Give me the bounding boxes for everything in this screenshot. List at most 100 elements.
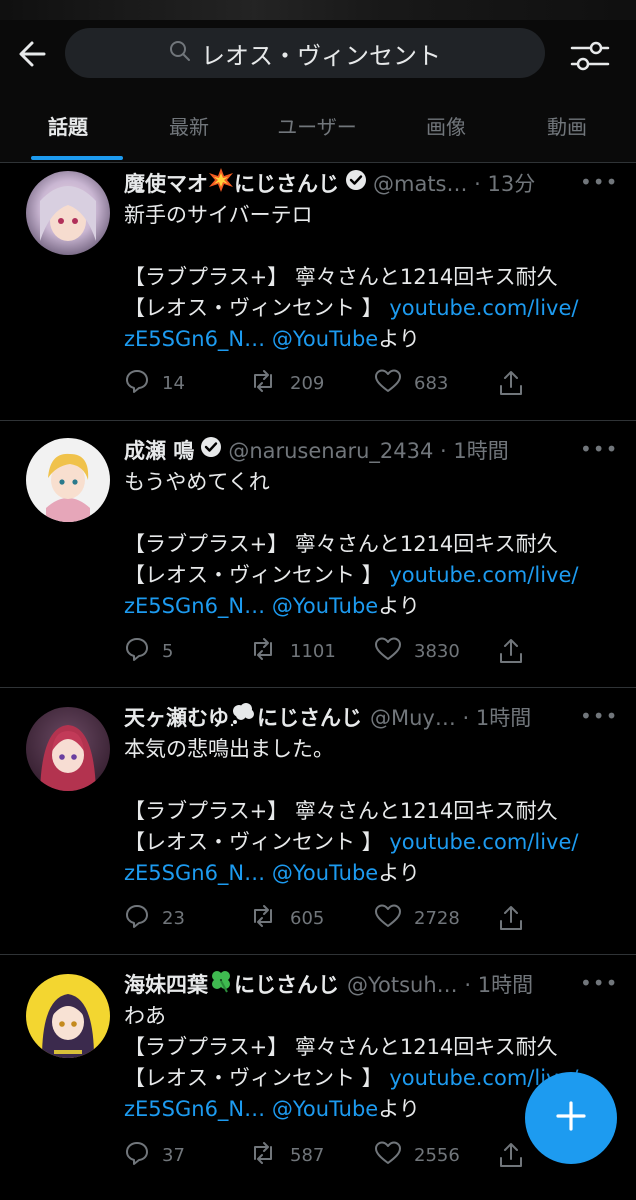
retweet-button[interactable]: 587 — [248, 1140, 324, 1170]
avatar[interactable] — [26, 438, 110, 522]
tab-users[interactable]: ユーザー — [258, 100, 376, 162]
back-arrow-icon[interactable] — [14, 36, 54, 72]
dot-separator: · — [433, 439, 454, 463]
timestamp[interactable]: 13分 — [488, 169, 536, 199]
dot-separator: · — [455, 706, 476, 730]
more-options-icon[interactable]: ••• — [580, 438, 617, 468]
like-button[interactable]: 683 — [374, 368, 448, 398]
search-icon — [169, 40, 191, 66]
tweet-header: 魔使マオ にじさんじ @mats… · 13分 — [124, 168, 614, 199]
compose-plus-icon — [554, 1099, 588, 1137]
tab-images[interactable]: 画像 — [387, 100, 505, 162]
timestamp[interactable]: 1時間 — [478, 970, 533, 1000]
tab-bar: 話題 最新 ユーザー 画像 動画 — [0, 100, 636, 163]
tweet[interactable]: 魔使マオ にじさんじ @mats… · 13分 ••• 新手のサイバーテロ 【ラ… — [0, 163, 636, 421]
tweet-body: もうやめてくれ 【ラブプラス+】 寧々さんと1214回キス耐久 【レオス・ヴィン… — [124, 467, 614, 622]
youtube-mention[interactable]: @YouTube — [272, 1097, 378, 1121]
tweet[interactable]: 成瀬 鳴 @narusenaru_2434 · 1時間 ••• もうやめてくれ … — [0, 420, 636, 688]
display-name-suffix[interactable]: にじさんじ — [257, 703, 362, 733]
reply-button[interactable]: 23 — [124, 903, 185, 933]
retweet-button[interactable]: 605 — [248, 903, 324, 933]
youtube-mention[interactable]: @YouTube — [272, 861, 378, 885]
tweet-text: 新手のサイバーテロ — [124, 203, 313, 227]
timestamp[interactable]: 1時間 — [476, 703, 531, 733]
link-continued[interactable]: zE5SGn6_N… — [124, 1097, 265, 1121]
quote-line-2: 【レオス・ヴィンセント 】 youtube.com/live/ — [124, 293, 614, 324]
link[interactable]: youtube.com/live/ — [389, 830, 578, 854]
handle[interactable]: @mats… — [373, 169, 468, 199]
more-options-icon[interactable]: ••• — [580, 171, 617, 201]
display-name-suffix[interactable]: にじさんじ — [234, 970, 339, 1000]
timestamp[interactable]: 1時間 — [453, 436, 508, 466]
avatar[interactable] — [26, 974, 110, 1058]
quote-text: 【レオス・ヴィンセント 】 — [124, 830, 383, 854]
dot-separator: · — [457, 973, 478, 997]
retweet-count: 209 — [290, 372, 325, 394]
display-name[interactable]: 成瀬 鳴 — [124, 436, 194, 466]
display-name-suffix[interactable]: にじさんじ — [234, 169, 339, 199]
heart-icon — [374, 368, 402, 399]
youtube-mention[interactable]: @YouTube — [272, 594, 378, 618]
tweet[interactable]: 海妹四葉 にじさんじ @Yotsuh… · 1時間 ••• わあ 【ラブプラス+… — [0, 954, 636, 1200]
reply-button[interactable]: 37 — [124, 1140, 185, 1170]
tab-latest[interactable]: 最新 — [130, 100, 248, 162]
reply-count: 5 — [162, 640, 174, 662]
tab-trending[interactable]: 話題 — [9, 100, 127, 162]
reply-count: 23 — [162, 907, 185, 929]
more-options-icon[interactable]: ••• — [580, 705, 617, 735]
top-bar: レオス・ヴィンセント — [0, 0, 636, 100]
avatar[interactable] — [26, 707, 110, 791]
tweet-body: 本気の悲鳴出ました。 【ラブプラス+】 寧々さんと1214回キス耐久 【レオス・… — [124, 734, 614, 889]
reply-count: 37 — [162, 1144, 185, 1166]
youtube-mention[interactable]: @YouTube — [272, 327, 378, 351]
heart-icon — [374, 636, 402, 667]
avatar[interactable] — [26, 171, 110, 255]
like-button[interactable]: 2728 — [374, 903, 460, 933]
share-icon[interactable] — [496, 636, 526, 666]
search-input[interactable]: レオス・ヴィンセント — [65, 28, 545, 78]
like-button[interactable]: 3830 — [374, 636, 460, 666]
retweet-count: 1101 — [290, 640, 336, 662]
four-leaf-clover-icon — [208, 968, 234, 1002]
reply-button[interactable]: 5 — [124, 636, 173, 666]
quote-line-2: 【レオス・ヴィンセント 】 youtube.com/live/ — [124, 560, 614, 591]
share-icon[interactable] — [496, 368, 526, 398]
quote-text: 【レオス・ヴィンセント 】 — [124, 563, 383, 587]
display-name[interactable]: 天ヶ瀬むゆ — [124, 703, 229, 733]
link-continued[interactable]: zE5SGn6_N… — [124, 861, 265, 885]
handle[interactable]: @Yotsuh… — [347, 970, 458, 1000]
display-name[interactable]: 海妹四葉 — [124, 970, 208, 1000]
filter-sliders-icon[interactable] — [568, 36, 612, 76]
link-continued[interactable]: zE5SGn6_N… — [124, 327, 265, 351]
compose-button[interactable] — [525, 1072, 617, 1164]
tab-videos[interactable]: 動画 — [508, 100, 626, 162]
share-icon[interactable] — [496, 903, 526, 933]
tweet-header: 成瀬 鳴 @narusenaru_2434 · 1時間 — [124, 436, 614, 466]
retweet-button[interactable]: 1101 — [248, 636, 336, 666]
like-button[interactable]: 2556 — [374, 1140, 460, 1170]
more-options-icon[interactable]: ••• — [580, 972, 617, 1002]
like-count: 683 — [414, 372, 449, 394]
share-icon[interactable] — [496, 1140, 526, 1170]
reply-button[interactable]: 14 — [124, 368, 185, 398]
link[interactable]: youtube.com/live/ — [389, 296, 578, 320]
dot-separator: · — [467, 172, 488, 196]
handle[interactable]: @Muy… — [370, 703, 456, 733]
verified-badge-icon — [200, 436, 222, 466]
handle[interactable]: @narusenaru_2434 — [228, 436, 433, 466]
quote-text: 【レオス・ヴィンセント 】 — [124, 296, 383, 320]
link-continued[interactable]: zE5SGn6_N… — [124, 594, 265, 618]
link[interactable]: youtube.com/live/ — [389, 563, 578, 587]
tweet-text: わあ — [124, 1004, 166, 1028]
reply-icon — [124, 1140, 150, 1171]
tweet-text: 本気の悲鳴出ました。 — [124, 737, 334, 761]
display-name[interactable]: 魔使マオ — [124, 169, 208, 199]
quote-line-1: 【ラブプラス+】 寧々さんと1214回キス耐久 — [124, 1035, 558, 1059]
retweet-icon — [248, 1140, 278, 1171]
retweet-button[interactable]: 209 — [248, 368, 324, 398]
yori-text: より — [378, 327, 420, 351]
tweet-actions: 5 1101 3830 — [124, 636, 614, 666]
retweet-icon — [248, 903, 278, 934]
tweet[interactable]: 天ヶ瀬むゆ にじさんじ @Muy… · 1時間 ••• 本気の悲鳴出ました。 【… — [0, 687, 636, 955]
